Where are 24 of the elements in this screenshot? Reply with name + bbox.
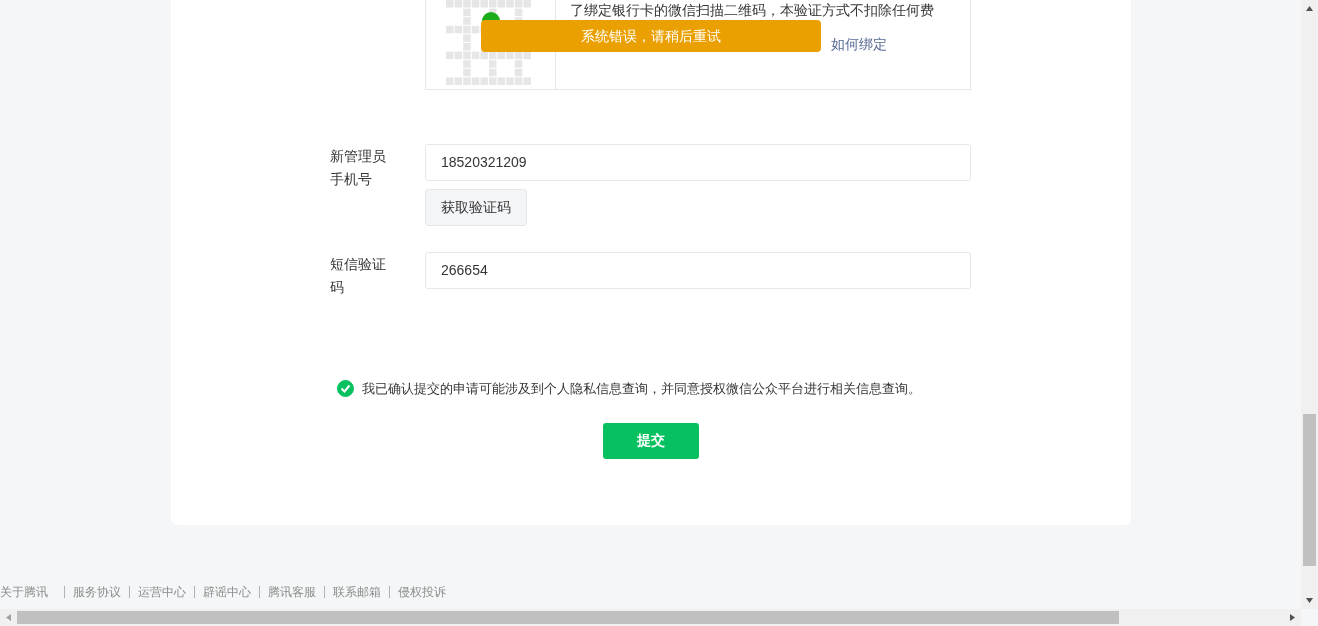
scroll-right-icon[interactable]	[1289, 614, 1296, 621]
scrollbar-thumb[interactable]	[17, 611, 1119, 624]
verify-description: 了绑定银行卡的微信扫描二维码，本验证方式不扣除任何费	[570, 2, 935, 18]
scroll-down-icon[interactable]	[1306, 597, 1313, 604]
footer-link[interactable]: 侵权投诉	[398, 583, 446, 601]
scroll-up-icon[interactable]	[1306, 5, 1313, 12]
check-icon[interactable]	[337, 380, 354, 398]
text-input[interactable]: 18520321209	[425, 144, 971, 181]
scroll-left-icon[interactable]	[5, 614, 12, 621]
footer-link[interactable]: 运营中心	[138, 583, 186, 601]
error-toast: 系统错误，请稍后重试	[481, 20, 821, 52]
footer-link[interactable]: 服务协议	[73, 583, 121, 601]
footer-link[interactable]: 联系邮箱	[333, 583, 381, 601]
get-code-button[interactable]: 获取验证码	[425, 189, 527, 226]
submit-button[interactable]: 提交	[603, 422, 699, 459]
agreement-text: 我已确认提交的申请可能涉及到个人隐私信息查询，并同意授权微信公众平台进行相关信息查询。	[362, 380, 921, 398]
text-input[interactable]: 266654	[425, 252, 971, 289]
field-label: 新管理员手机号	[330, 147, 387, 189]
footer-link[interactable]: 辟谣中心	[203, 583, 251, 601]
footer-link[interactable]: 关于腾讯	[0, 583, 48, 601]
scrollbar-thumb[interactable]	[1303, 414, 1316, 566]
field-label: 短信验证码	[330, 255, 387, 297]
footer-link[interactable]: 腾讯客服	[268, 583, 316, 601]
how-to-bind-link[interactable]: 如何绑定	[831, 34, 970, 55]
